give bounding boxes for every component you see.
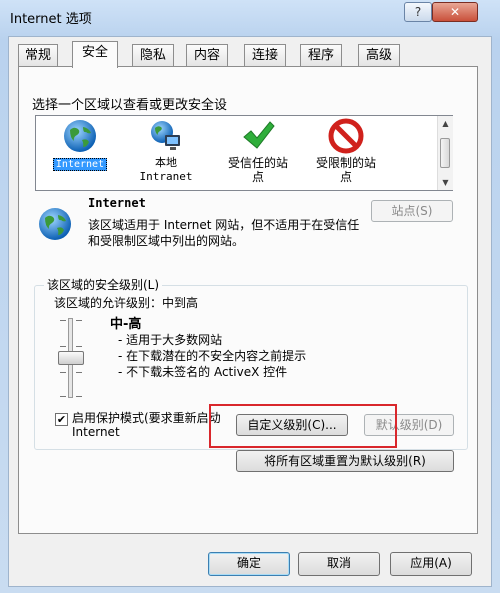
level-detail-item: - 适用于大多数网站: [118, 333, 223, 347]
level-detail-item: - 在下载潜在的不安全内容之前提示: [118, 349, 307, 363]
slider-tick: [60, 372, 66, 373]
tab-general[interactable]: 常规: [18, 44, 58, 66]
zone-local-intranet[interactable]: 本地 Intranet: [126, 118, 206, 184]
intranet-icon: [151, 121, 180, 150]
slider-tick: [60, 346, 66, 347]
allowed-levels-text: 该区域的允许级别：中到高: [54, 296, 199, 310]
window-title: Internet 选项: [10, 12, 92, 27]
sites-button[interactable]: 站点(S): [371, 200, 453, 222]
restricted-icon: [328, 118, 364, 154]
slider-tick: [76, 320, 82, 321]
checkbox-checkmark-icon: ✔: [56, 413, 67, 426]
cancel-button[interactable]: 取消: [298, 552, 380, 576]
tab-privacy[interactable]: 隐私: [132, 44, 174, 66]
zone-restricted-sites[interactable]: 受限制的站 点: [306, 118, 386, 184]
zone-label: 受信任的站 点: [227, 156, 288, 184]
protected-mode-checkbox[interactable]: ✔: [55, 413, 68, 426]
zone-trusted-sites[interactable]: 受信任的站 点: [218, 118, 298, 184]
slider-tick: [76, 346, 82, 347]
slider-tick: [76, 372, 82, 373]
annotation-highlight-box: [209, 404, 397, 448]
scroll-thumb[interactable]: [440, 138, 450, 168]
zone-internet[interactable]: Internet: [40, 118, 120, 172]
tab-content[interactable]: 内容: [186, 44, 228, 66]
zone-label: Internet: [52, 158, 108, 171]
zone-list-scrollbar[interactable]: ▲ ▼: [437, 116, 453, 190]
protected-mode-label: 启用保护模式(要求重新启动 Internet: [72, 411, 221, 439]
level-detail-item: - 不下载未签名的 ActiveX 控件: [118, 365, 288, 379]
security-level-details: - 适用于大多数网站 - 在下载潜在的不安全内容之前提示 - 不下载未签名的 A…: [118, 332, 306, 380]
slider-tick: [60, 320, 66, 321]
ok-button[interactable]: 确定: [208, 552, 290, 576]
zone-prompt: 选择一个区域以查看或更改安全设: [32, 98, 228, 113]
reset-all-zones-button[interactable]: 将所有区域重置为默认级别(R): [236, 450, 454, 472]
globe-icon: [39, 208, 71, 240]
scroll-up-icon[interactable]: ▲: [438, 116, 453, 131]
security-level-legend: 该区域的安全级别(L): [44, 276, 163, 293]
zone-label: 本地 Intranet: [139, 156, 193, 183]
slider-tick: [60, 396, 66, 397]
scroll-down-icon[interactable]: ▼: [438, 175, 453, 190]
checkmark-icon: [243, 121, 275, 149]
zone-title: Internet: [88, 196, 146, 210]
tab-programs[interactable]: 程序: [300, 44, 342, 66]
help-button[interactable]: ?: [404, 2, 432, 22]
apply-button[interactable]: 应用(A): [390, 552, 472, 576]
zone-description: 该区域适用于 Internet 网站，但不适用于在受信任和受限制区域中列出的网站…: [88, 218, 360, 248]
security-level-name: 中-高: [110, 317, 142, 332]
tab-advanced[interactable]: 高级: [358, 44, 400, 66]
tab-security[interactable]: 安全: [72, 41, 118, 68]
zone-label: 受限制的站 点: [315, 156, 376, 184]
globe-icon: [64, 120, 96, 152]
slider-tick: [76, 396, 82, 397]
close-button[interactable]: ✕: [432, 2, 478, 22]
tab-connections[interactable]: 连接: [244, 44, 286, 66]
security-level-slider-thumb[interactable]: [58, 351, 84, 365]
